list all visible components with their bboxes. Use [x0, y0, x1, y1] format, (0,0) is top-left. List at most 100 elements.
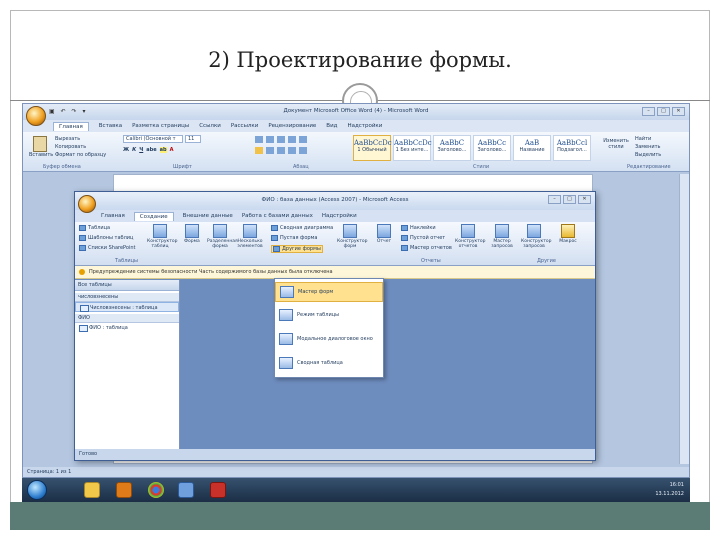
- font-name-select[interactable]: Calibri (Основной т: [123, 135, 183, 143]
- word-vertical-scrollbar[interactable]: [679, 174, 689, 464]
- split-form-button[interactable]: Разделенная форма: [207, 224, 238, 249]
- word-ribbon-tabs: Главная Вставка Разметка страницы Ссылки…: [23, 120, 689, 132]
- tray-clock[interactable]: 16:01 13.11.2012: [655, 481, 684, 499]
- menu-item-form-wizard[interactable]: Мастер форм: [275, 282, 383, 302]
- numbering-icon[interactable]: [266, 136, 274, 143]
- report-designer-icon: [461, 224, 475, 238]
- explorer-taskbar-icon[interactable]: [84, 482, 100, 498]
- tab-create[interactable]: Создание: [133, 211, 174, 221]
- pivot-table-icon: [279, 357, 293, 369]
- report-wizard-button[interactable]: Мастер отчетов: [401, 245, 452, 251]
- cut-button[interactable]: Вырезать: [55, 135, 106, 143]
- labels-icon: [401, 225, 408, 231]
- style-normal[interactable]: AaBbCcDc 1 Обычный: [353, 135, 392, 161]
- labels-button[interactable]: Наклейки: [401, 225, 436, 231]
- alignment-buttons: [255, 147, 307, 154]
- other-forms-button[interactable]: Другие формы: [271, 245, 323, 253]
- tab-external-data[interactable]: Внешние данные: [183, 213, 233, 219]
- word-taskbar-icon[interactable]: [178, 482, 194, 498]
- table-designer-button[interactable]: Конструктор таблиц: [147, 224, 177, 249]
- blank-report-button[interactable]: Пустой отчет: [401, 235, 445, 241]
- access-taskbar-icon[interactable]: [210, 482, 226, 498]
- font-selectors: Calibri (Основной т 11: [123, 135, 201, 143]
- tab-page-layout[interactable]: Разметка страницы: [132, 123, 189, 129]
- nav-item-fio-table[interactable]: ФИО : таблица: [75, 323, 179, 333]
- font-size-select[interactable]: 11: [185, 135, 201, 143]
- bullets-icon[interactable]: [255, 136, 263, 143]
- word-window-title: Документ Microsoft Office Word (4) - Mic…: [283, 108, 429, 114]
- align-right-icon[interactable]: [277, 147, 285, 154]
- find-button[interactable]: Найти: [635, 135, 661, 143]
- maximize-button[interactable]: □: [657, 107, 670, 116]
- tab-review[interactable]: Рецензирование: [268, 123, 316, 129]
- menu-item-modal-dialog[interactable]: Модальное диалоговое окно: [275, 329, 383, 349]
- style-title[interactable]: AaB Название: [513, 135, 551, 161]
- nav-item-chislovzneseny-table[interactable]: Числовзнесены : таблица: [75, 302, 179, 312]
- copy-button[interactable]: Копировать: [55, 143, 106, 151]
- tab-home[interactable]: Главная: [101, 213, 125, 219]
- close-button[interactable]: ✕: [672, 107, 685, 116]
- menu-item-pivot-table[interactable]: Сводная таблица: [275, 353, 383, 373]
- word-office-button[interactable]: [26, 106, 46, 126]
- italic-button[interactable]: К: [132, 147, 136, 153]
- pivot-chart-button[interactable]: Сводная диаграмма: [271, 225, 333, 231]
- minimize-button[interactable]: –: [548, 195, 561, 204]
- bold-button[interactable]: Ж: [123, 147, 129, 153]
- style-no-spacing[interactable]: AaBbCcDc 1 Без инте...: [393, 135, 432, 161]
- clipboard-commands: Вырезать Копировать Формат по образцу: [55, 135, 106, 159]
- report-button[interactable]: Отчет: [371, 224, 397, 244]
- tab-addins[interactable]: Надстройки: [347, 123, 382, 129]
- style-heading-1[interactable]: AaBbC Заголово...: [433, 135, 471, 161]
- media-player-taskbar-icon[interactable]: [116, 482, 132, 498]
- font-color-button[interactable]: А: [170, 147, 174, 153]
- table-templates-button[interactable]: Шаблоны таблиц: [79, 235, 133, 241]
- tab-view[interactable]: Вид: [326, 123, 337, 129]
- style-subtitle[interactable]: AaBbCcl Подзагол...: [553, 135, 591, 161]
- tab-mailings[interactable]: Рассылки: [231, 123, 259, 129]
- tab-references[interactable]: Ссылки: [199, 123, 221, 129]
- tab-addins[interactable]: Надстройки: [322, 213, 357, 219]
- tables-group-label: Таблицы: [115, 258, 138, 264]
- underline-button[interactable]: Ч: [139, 147, 143, 153]
- line-spacing-icon[interactable]: [299, 147, 307, 154]
- tab-database-tools[interactable]: Работа с базами данных: [242, 213, 313, 219]
- highlight-button[interactable]: ab: [159, 147, 167, 153]
- paste-button[interactable]: Вставить: [29, 136, 53, 158]
- format-painter-button[interactable]: Формат по образцу: [55, 151, 106, 159]
- decrease-indent-icon[interactable]: [288, 136, 296, 143]
- multilevel-icon[interactable]: [277, 136, 285, 143]
- minimize-button[interactable]: –: [642, 107, 655, 116]
- start-button[interactable]: [27, 480, 47, 500]
- menu-item-datasheet[interactable]: Режим таблицы: [275, 305, 383, 325]
- replace-button[interactable]: Заменить: [635, 143, 661, 151]
- tab-home[interactable]: Главная: [53, 121, 89, 131]
- macro-button[interactable]: Макрос: [555, 224, 581, 244]
- nav-group-chislovzneseny[interactable]: числовзнесены: [75, 293, 179, 302]
- align-center-icon[interactable]: [266, 147, 274, 154]
- access-office-button[interactable]: [78, 195, 96, 213]
- close-button[interactable]: ✕: [578, 195, 591, 204]
- blank-form-button[interactable]: Пустая форма: [271, 235, 317, 241]
- query-designer-button[interactable]: Конструктор запросов: [521, 224, 551, 249]
- multiple-items-button[interactable]: Несколько элементов: [237, 224, 263, 249]
- form-designer-button[interactable]: Конструктор форм: [337, 224, 367, 249]
- strike-button[interactable]: abe: [146, 147, 156, 153]
- tab-insert[interactable]: Вставка: [99, 123, 122, 129]
- query-wizard-button[interactable]: Мастер запросов: [489, 224, 515, 249]
- nav-pane-header[interactable]: Все таблицы: [75, 280, 179, 291]
- select-button[interactable]: Выделить: [635, 151, 661, 159]
- form-button[interactable]: Форма: [179, 224, 205, 244]
- maximize-button[interactable]: □: [563, 195, 576, 204]
- sharepoint-lists-button[interactable]: Списки SharePoint: [79, 245, 135, 251]
- windows-taskbar: 16:01 13.11.2012: [22, 478, 690, 503]
- report-designer-button[interactable]: Конструктор отчетов: [455, 224, 485, 249]
- justify-icon[interactable]: [288, 147, 296, 154]
- align-left-icon[interactable]: [255, 147, 263, 154]
- chrome-taskbar-icon[interactable]: [148, 482, 164, 498]
- nav-group-fio[interactable]: ФИО: [75, 314, 179, 323]
- table-button[interactable]: Таблица: [79, 225, 110, 231]
- style-heading-2[interactable]: AaBbCc Заголово...: [473, 135, 511, 161]
- access-window-title: ФИО : база данных (Access 2007) - Micros…: [261, 197, 409, 203]
- change-styles-button[interactable]: Изменить стили: [601, 138, 631, 150]
- increase-indent-icon[interactable]: [299, 136, 307, 143]
